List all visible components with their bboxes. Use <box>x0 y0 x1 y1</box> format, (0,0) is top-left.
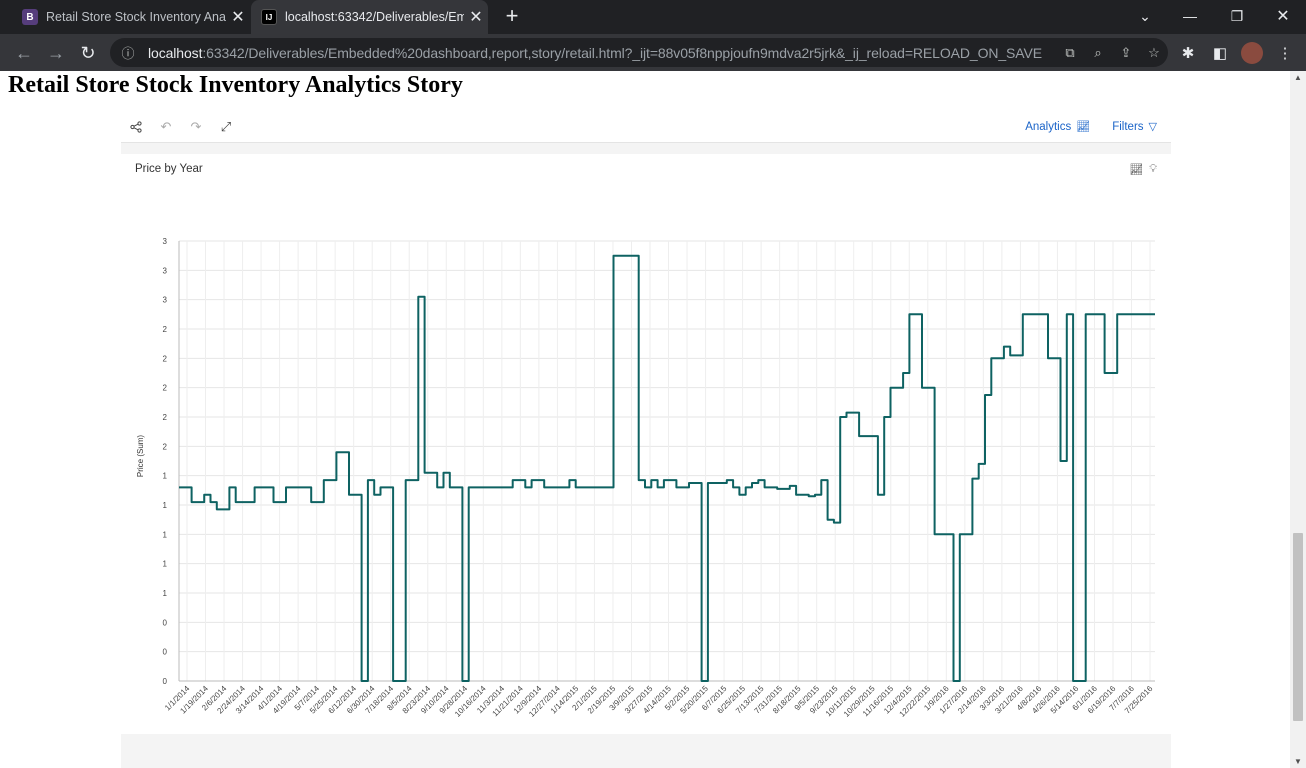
bootstrap-favicon-icon: B <box>22 9 38 25</box>
bookmark-star-icon[interactable]: ☆ <box>1140 41 1168 65</box>
y-tick-label: 2 <box>163 442 168 451</box>
minimize-icon[interactable]: — <box>1170 0 1210 32</box>
price-by-year-chart[interactable]: 00011111222223331/1/20141/19/20142/6/201… <box>121 182 1171 727</box>
back-icon[interactable]: ← <box>11 40 37 66</box>
share-icon[interactable]: ⇪ <box>1112 41 1140 65</box>
insight-bulb-icon[interactable]: 💡︎ <box>1149 163 1157 176</box>
chart-actions: 📈︎ 💡︎ <box>1129 163 1157 176</box>
next-card-placeholder <box>121 734 1171 768</box>
page-viewport: Retail Store Stock Inventory Analytics S… <box>0 71 1290 768</box>
y-tick-label: 1 <box>163 530 168 539</box>
translate-icon[interactable]: ⧉ <box>1056 41 1084 65</box>
toolbar-divider <box>121 142 1171 154</box>
price-series-line <box>179 254 1155 682</box>
y-tick-label: 2 <box>163 354 168 363</box>
scroll-up-icon[interactable]: ▲ <box>1294 73 1302 82</box>
story-toolbar: ↶ ↷ ⤢ Analytics 📈︎ Filters ▽ <box>121 112 1171 142</box>
close-icon[interactable]: ✕ <box>226 7 250 27</box>
tab-title: Retail Store Stock Inventory Analy <box>46 10 226 24</box>
side-panel-icon[interactable]: ◧ <box>1209 42 1231 64</box>
address-bar[interactable]: ⓘ localhost:63342/Deliverables/Embedded%… <box>110 38 1168 67</box>
share-icon[interactable] <box>121 112 151 142</box>
scroll-down-icon[interactable]: ▼ <box>1294 757 1302 766</box>
menu-kebab-icon[interactable]: ⋮ <box>1274 42 1296 64</box>
scrollbar-thumb[interactable] <box>1293 533 1303 721</box>
y-tick-label: 1 <box>163 589 168 598</box>
fullscreen-icon[interactable]: ⤢ <box>211 112 241 142</box>
y-tick-label: 3 <box>163 296 168 305</box>
close-window-icon[interactable]: ✕ <box>1263 0 1303 32</box>
y-tick-label: 1 <box>163 560 168 569</box>
y-tick-label: 2 <box>163 413 168 422</box>
tab-localhost[interactable]: IJ localhost:63342/Deliverables/Emb ✕ <box>251 0 488 34</box>
extensions-puzzle-icon[interactable]: ✱ <box>1177 42 1199 64</box>
page-title: Retail Store Stock Inventory Analytics S… <box>8 72 463 98</box>
browser-toolbar: ← → ↻ ⓘ localhost:63342/Deliverables/Emb… <box>0 34 1306 71</box>
filters-button[interactable]: Filters ▽ <box>1112 120 1157 133</box>
url-text[interactable]: localhost:63342/Deliverables/Embedded%20… <box>148 45 1056 61</box>
chart-title: Price by Year <box>135 163 203 175</box>
forward-icon[interactable]: → <box>43 40 69 66</box>
tab-retail-story[interactable]: B Retail Store Stock Inventory Analy ✕ <box>12 0 250 34</box>
y-tick-label: 1 <box>163 501 168 510</box>
close-icon[interactable]: ✕ <box>464 7 488 27</box>
new-tab-icon[interactable]: + <box>500 4 524 28</box>
y-tick-label: 0 <box>163 648 168 657</box>
zoom-icon[interactable]: ⌕ <box>1084 41 1112 65</box>
y-tick-label: 2 <box>163 325 168 334</box>
avatar[interactable] <box>1241 42 1263 64</box>
browser-tab-bar: B Retail Store Stock Inventory Analy ✕ I… <box>0 0 1306 34</box>
chevron-down-icon[interactable]: ⌄ <box>1125 0 1165 32</box>
y-tick-label: 0 <box>163 677 168 686</box>
chart-type-icon[interactable]: 📈︎ <box>1129 163 1143 176</box>
y-axis-title: Price (Sum) <box>136 435 145 478</box>
y-tick-label: 2 <box>163 384 168 393</box>
redo-icon[interactable]: ↷ <box>181 112 211 142</box>
intellij-favicon-icon: IJ <box>261 9 277 25</box>
y-tick-label: 1 <box>163 472 168 481</box>
analytics-button[interactable]: Analytics 📈︎ <box>1025 120 1090 133</box>
undo-icon[interactable]: ↶ <box>151 112 181 142</box>
embedded-story: ↶ ↷ ⤢ Analytics 📈︎ Filters ▽ Price by Year… <box>121 112 1171 768</box>
tab-title: localhost:63342/Deliverables/Emb <box>285 10 464 24</box>
line-chart-icon: 📈︎ <box>1076 121 1091 133</box>
restore-icon[interactable]: ❐ <box>1217 0 1257 32</box>
site-info-icon[interactable]: ⓘ <box>114 41 142 65</box>
y-tick-label: 3 <box>163 237 168 246</box>
y-tick-label: 0 <box>163 618 168 627</box>
y-tick-label: 3 <box>163 266 168 275</box>
page-scrollbar[interactable]: ▲ ▼ <box>1290 71 1306 768</box>
reload-icon[interactable]: ↻ <box>75 40 101 66</box>
filter-funnel-icon: ▽ <box>1148 121 1157 133</box>
